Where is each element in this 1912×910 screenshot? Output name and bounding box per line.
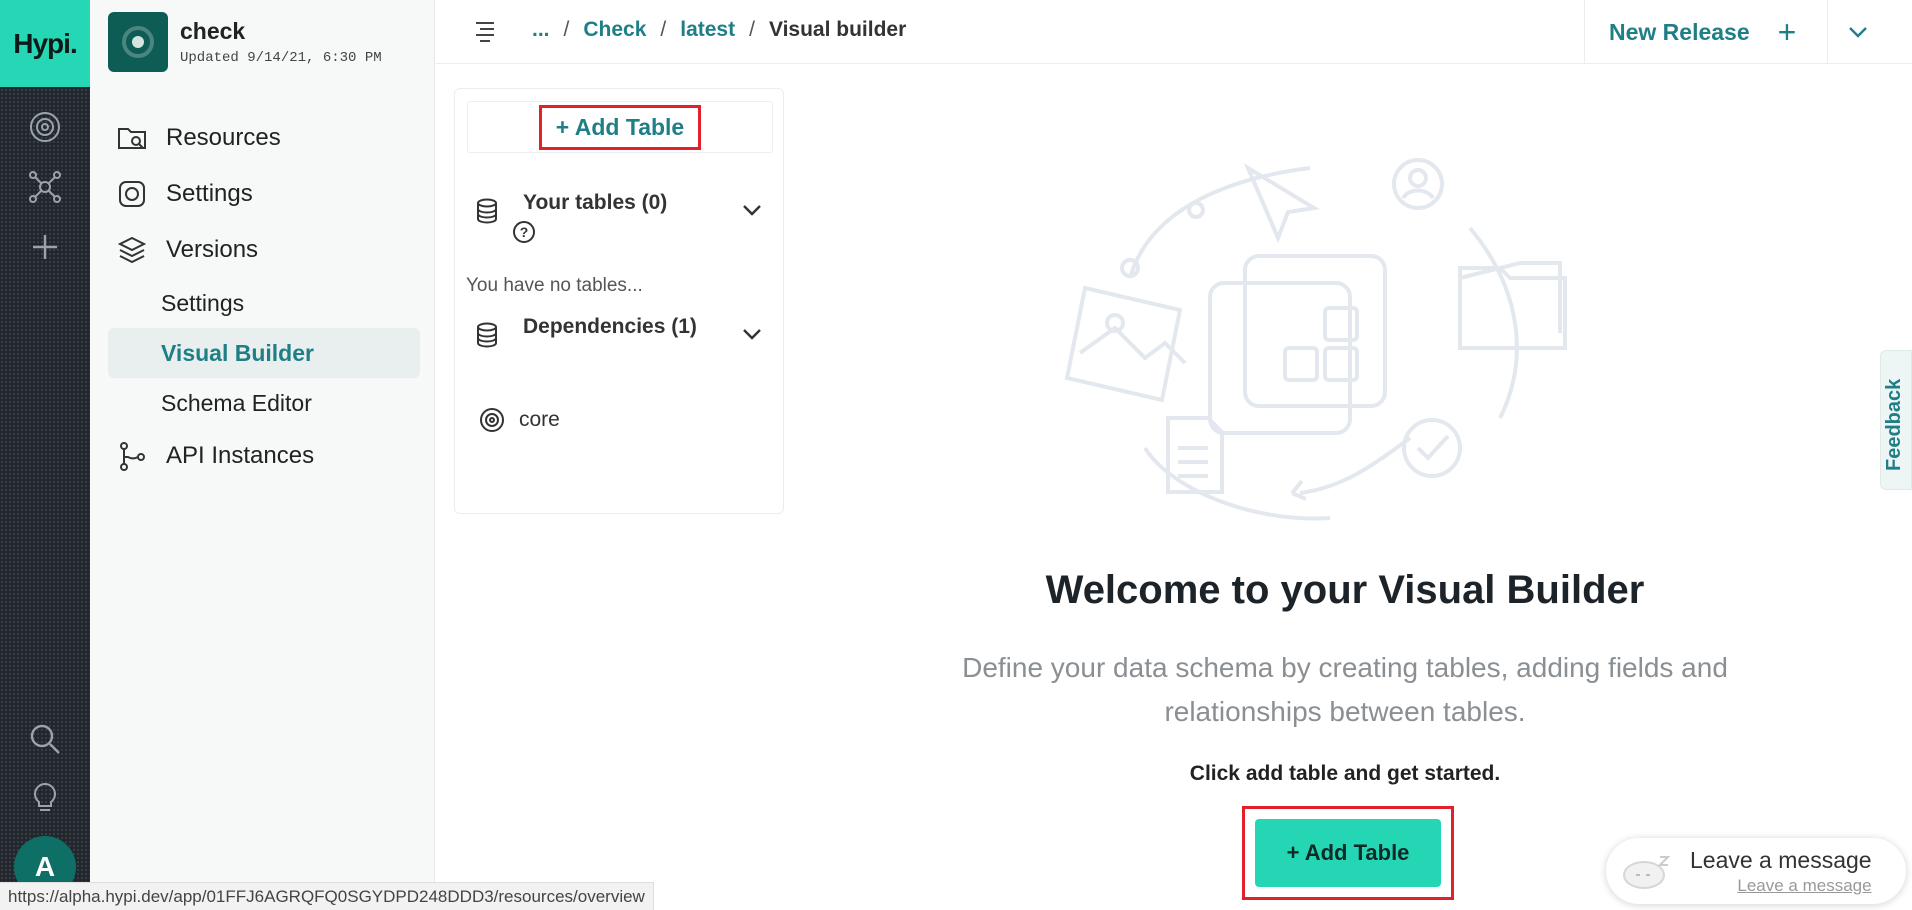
cta-note: Click add table and get started. bbox=[1189, 762, 1501, 785]
sidebar-subitem-settings[interactable]: Settings bbox=[108, 278, 420, 328]
welcome-title: Welcome to your Visual Builder bbox=[1045, 568, 1645, 612]
network-icon[interactable] bbox=[22, 164, 68, 210]
sidebar-nav: Resources Settings Versions Settings Vis… bbox=[90, 110, 435, 484]
sidebar-item-label: Resources bbox=[166, 124, 281, 151]
your-tables-label: Your tables (0) bbox=[523, 191, 668, 214]
dependency-item-core[interactable]: core bbox=[479, 407, 560, 433]
breadcrumb-check[interactable]: Check bbox=[583, 18, 646, 42]
release-dropdown-button[interactable] bbox=[1827, 0, 1887, 64]
chevron-down-icon bbox=[1848, 27, 1867, 38]
breadcrumb-separator: / bbox=[660, 18, 667, 41]
breadcrumb-separator: / bbox=[563, 18, 570, 41]
breadcrumb: ... / Check / latest / Visual builder bbox=[532, 18, 906, 42]
dependency-label: core bbox=[519, 408, 560, 431]
database-icon bbox=[477, 322, 497, 348]
feedback-label: Feedback bbox=[1883, 378, 1905, 471]
breadcrumb-ellipsis[interactable]: ... bbox=[532, 18, 550, 42]
sidebar-item-settings[interactable]: Settings bbox=[90, 166, 435, 222]
sidebar-item-label: API Instances bbox=[166, 442, 315, 469]
feedback-tab[interactable]: Feedback bbox=[1880, 350, 1912, 490]
layers-icon bbox=[117, 236, 147, 264]
tables-panel: + Add Table Your tables (0) ? You have n… bbox=[454, 88, 784, 514]
project-name: check bbox=[180, 18, 246, 44]
chat-bubble-icon bbox=[1623, 856, 1671, 889]
empty-tables-note: You have no tables... bbox=[466, 275, 643, 296]
menu-icon bbox=[476, 22, 494, 42]
left-rail: Hypi. A bbox=[0, 0, 90, 910]
sidebar-subitem-visual-builder[interactable]: Visual Builder bbox=[108, 328, 420, 378]
target-icon bbox=[480, 408, 504, 432]
breadcrumb-latest[interactable]: latest bbox=[680, 18, 735, 42]
breadcrumb-current: Visual builder bbox=[768, 18, 907, 41]
breadcrumb-separator: / bbox=[749, 18, 755, 41]
welcome-description: Define your data schema by creating tabl… bbox=[962, 652, 1728, 727]
status-url: https://alpha.hypi.dev/app/01FFJ6AGRQFQ0… bbox=[0, 882, 654, 910]
sidebar-item-resources[interactable]: Resources bbox=[90, 110, 435, 166]
bulb-icon[interactable] bbox=[22, 774, 68, 820]
hypi-logo[interactable]: Hypi. bbox=[0, 0, 90, 87]
chevron-down-icon[interactable] bbox=[737, 319, 767, 349]
new-release-label: New Release bbox=[1609, 18, 1750, 45]
chat-title: Leave a message bbox=[1690, 846, 1872, 873]
sidebar-item-label: Versions bbox=[166, 236, 259, 263]
app-window: Hypi. A check Updated 9/14/21, 6:30 PM R… bbox=[0, 0, 1912, 910]
menu-toggle-button[interactable] bbox=[470, 16, 500, 46]
add-table-button[interactable]: + Add Table bbox=[1255, 819, 1441, 887]
dependencies-label: Dependencies (1) bbox=[523, 315, 697, 338]
settings-icon bbox=[119, 181, 145, 207]
add-table-link[interactable]: + Add Table bbox=[538, 104, 702, 150]
sidebar-item-versions[interactable]: Versions bbox=[90, 222, 435, 278]
dependencies-section[interactable]: Dependencies (1) bbox=[473, 313, 773, 349]
top-bar: ... / Check / latest / Visual builder Ne… bbox=[436, 0, 1912, 64]
sidebar-subitem-schema-editor[interactable]: Schema Editor bbox=[108, 378, 420, 428]
chat-widget[interactable]: Leave a message Leave a message bbox=[1606, 838, 1906, 904]
help-icon[interactable]: ? bbox=[513, 221, 535, 243]
plus-icon[interactable] bbox=[22, 224, 68, 270]
project-updated: Updated 9/14/21, 6:30 PM bbox=[180, 50, 382, 66]
project-thumbnail bbox=[108, 12, 168, 72]
plus-icon: + bbox=[1777, 14, 1797, 50]
sidebar-item-api-instances[interactable]: API Instances bbox=[90, 428, 435, 484]
your-tables-section[interactable]: Your tables (0) ? bbox=[473, 189, 773, 245]
new-release-button[interactable]: New Release + bbox=[1584, 0, 1796, 64]
database-icon bbox=[477, 198, 497, 224]
visual-builder-illustration bbox=[1064, 158, 1567, 521]
git-branch-icon bbox=[120, 442, 145, 471]
folder-search-icon bbox=[118, 128, 146, 149]
target-icon[interactable] bbox=[22, 104, 68, 150]
search-icon[interactable] bbox=[22, 716, 68, 762]
panel-header: + Add Table bbox=[467, 101, 773, 153]
project-header[interactable]: check Updated 9/14/21, 6:30 PM bbox=[108, 12, 382, 72]
chat-link[interactable]: Leave a message bbox=[1690, 876, 1871, 896]
sidebar-item-label: Settings bbox=[166, 180, 253, 207]
chevron-down-icon[interactable] bbox=[737, 195, 767, 225]
cta-highlight: + Add Table bbox=[1242, 806, 1454, 900]
sidebar: check Updated 9/14/21, 6:30 PM Resources… bbox=[90, 0, 435, 910]
